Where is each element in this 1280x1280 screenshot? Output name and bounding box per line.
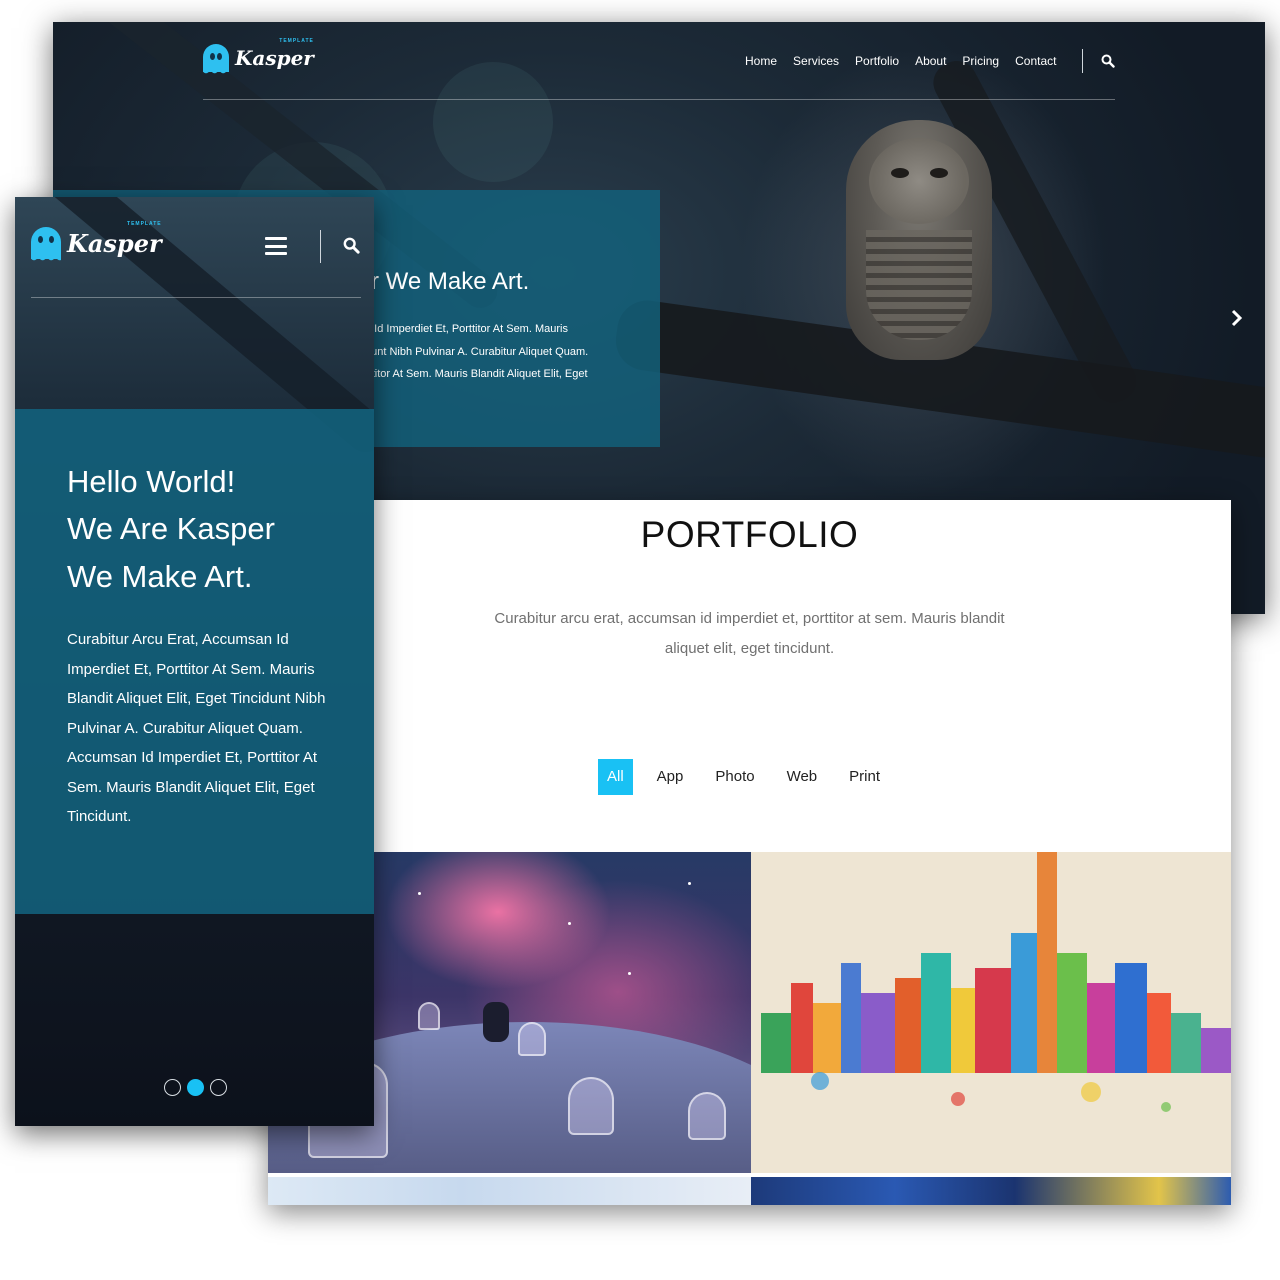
portfolio-item-sketch[interactable] — [268, 1177, 751, 1205]
slide-dot-2[interactable] — [187, 1079, 204, 1096]
hero-heading: r We Make Art. — [371, 268, 530, 295]
portfolio-title: PORTFOLIO — [640, 514, 859, 555]
search-icon[interactable] — [343, 237, 360, 259]
owl-image — [846, 120, 992, 360]
nav-contact[interactable]: Contact — [1015, 54, 1056, 68]
background-bokeh — [433, 62, 553, 182]
portfolio-filter-tabs: All App Photo Web Print — [598, 759, 896, 795]
nav-home[interactable]: Home — [745, 54, 777, 68]
slider-pagination — [164, 1079, 227, 1096]
portfolio-section-window: PORTFOLIO Curabitur arcu erat, accumsan … — [268, 500, 1231, 1205]
portfolio-item-starry-night[interactable] — [751, 1177, 1231, 1205]
hero-heading-line-3: We Make Art. — [67, 559, 253, 594]
search-icon[interactable] — [1101, 54, 1115, 73]
site-logo[interactable]: TEMPLATE Kasper — [203, 38, 314, 76]
logo-tagline: TEMPLATE — [127, 220, 162, 227]
hero-heading-line-1: Hello World! — [67, 464, 236, 499]
filter-web[interactable]: Web — [771, 759, 834, 795]
filter-app[interactable]: App — [641, 759, 700, 795]
logo-name: Kasper — [67, 228, 162, 258]
mobile-hero-window: TEMPLATE Kasper Hello World! We Are Kasp… — [15, 197, 374, 1126]
hero-paragraph: n Id Imperdiet Et, Porttitor At Sem. Mau… — [365, 323, 589, 380]
chevron-right-icon[interactable] — [1230, 308, 1244, 333]
nav-services[interactable]: Services — [793, 54, 839, 68]
logo-tagline: TEMPLATE — [279, 38, 314, 44]
nav-portfolio[interactable]: Portfolio — [855, 54, 899, 68]
logo-name: Kasper — [235, 46, 314, 70]
ghost-logo-icon — [31, 227, 61, 263]
nav-about[interactable]: About — [915, 54, 946, 68]
nav-pricing[interactable]: Pricing — [962, 54, 999, 68]
filter-print[interactable]: Print — [833, 759, 896, 795]
ghost-logo-icon — [203, 44, 229, 76]
hero-heading-line-2: We Are Kasper — [67, 511, 275, 546]
main-nav: Home Services Portfolio About Pricing Co… — [745, 54, 1056, 68]
filter-all[interactable]: All — [598, 759, 633, 795]
nav-divider — [1082, 49, 1083, 73]
nav-divider — [320, 230, 321, 263]
hero-paragraph: Curabitur Arcu Erat, Accumsan Id Imperdi… — [67, 631, 326, 825]
filter-photo[interactable]: Photo — [699, 759, 770, 795]
slide-dot-1[interactable] — [164, 1079, 181, 1096]
hamburger-menu-icon[interactable] — [265, 237, 287, 255]
slide-dot-3[interactable] — [210, 1079, 227, 1096]
portfolio-subtitle: Curabitur arcu erat, accumsan id imperdi… — [494, 610, 1005, 657]
header-divider — [31, 297, 361, 298]
site-logo[interactable]: TEMPLATE Kasper — [31, 221, 162, 263]
portfolio-item-city-skyline[interactable] — [751, 852, 1231, 1173]
hero-text-panel: Hello World! We Are Kasper We Make Art. … — [15, 409, 374, 914]
header-divider — [203, 99, 1115, 100]
